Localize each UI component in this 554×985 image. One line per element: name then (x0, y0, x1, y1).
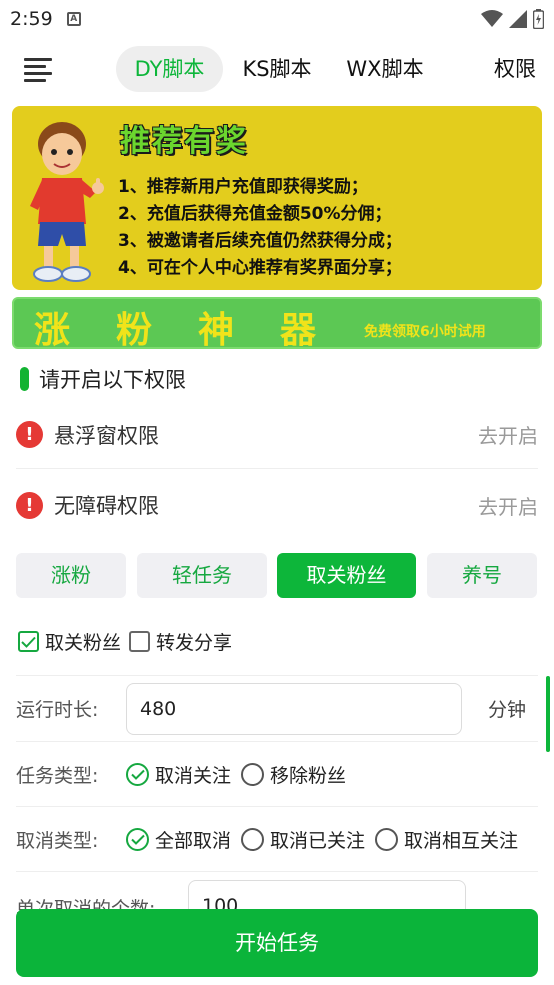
radio-label: 取消已关注 (270, 829, 366, 852)
mode-gain-followers-button[interactable]: 涨粉 (16, 553, 126, 598)
referral-banner[interactable]: 推荐有奖 1、推荐新用户充值即获得奖励； 2、充值后获得充值金额50%分佣； 3… (12, 106, 542, 290)
section-marker (20, 367, 29, 391)
enable-accessibility-link[interactable]: 去开启 (478, 491, 538, 520)
permissions-section-title: 请开启以下权限 (20, 364, 186, 394)
scrollbar[interactable] (546, 676, 550, 752)
enable-overlay-link[interactable]: 去开启 (478, 420, 538, 449)
boy-thumbs-up-illustration (30, 122, 104, 282)
radio-cancel-follow[interactable] (126, 762, 149, 786)
status-icons (481, 9, 544, 29)
radio-remove-fans[interactable] (241, 762, 265, 786)
unfollow-checkbox[interactable] (18, 631, 39, 652)
banner-title: 推荐有奖 (120, 124, 248, 159)
permission-label: 无障碍权限 (54, 494, 159, 518)
radio-label: 取消关注 (155, 764, 232, 787)
checkbox-label: 取关粉丝 (45, 632, 122, 654)
banner-lines: 1、推荐新用户充值即获得奖励； 2、充值后获得充值金额50%分佣； 3、被邀请者… (118, 174, 402, 282)
check-icon (130, 834, 145, 845)
task-checkbox-row: 取关粉丝 转发分享 (18, 628, 240, 655)
permission-row-accessibility[interactable]: ! 无障碍权限 去开启 (16, 471, 538, 539)
tab-wx-script[interactable]: WX脚本 (336, 46, 434, 92)
checkbox-label: 转发分享 (156, 632, 233, 654)
status-bar: 2:59 A (0, 0, 554, 38)
banner-line: 4、可在个人中心推荐有奖界面分享； (118, 258, 402, 278)
duration-unit: 分钟 (487, 699, 526, 721)
permission-row-overlay[interactable]: ! 悬浮窗权限 去开启 (16, 401, 538, 469)
tab-permissions[interactable]: 权限 (484, 46, 546, 92)
banner-line: 1、推荐新用户充值即获得奖励； (118, 177, 368, 197)
radio-cancel-mutual[interactable] (375, 827, 399, 851)
mode-unfollow-button[interactable]: 取关粉丝 (277, 553, 416, 598)
promo-headline: 涨粉神器 (34, 310, 363, 349)
notification-a-icon: A (66, 12, 81, 26)
promo-banner[interactable]: 涨粉神器 免费领取6小时试用 (12, 297, 542, 349)
radio-label: 取消相互关注 (404, 829, 519, 852)
tab-ks-script[interactable]: KS脚本 (232, 46, 322, 92)
task-type-row: 任务类型: 取消关注 移除粉丝 (16, 742, 538, 807)
battery-icon (533, 9, 544, 29)
banner-line: 2、充值后获得充值金额50%分佣； (118, 204, 392, 224)
duration-label: 运行时长: (16, 699, 99, 721)
radio-label: 移除粉丝 (270, 764, 347, 787)
task-type-label: 任务类型: (16, 764, 99, 787)
radio-cancel-followed[interactable] (241, 827, 265, 851)
duration-row: 运行时长: 480 分钟 (16, 675, 538, 742)
start-task-button[interactable]: 开始任务 (16, 909, 538, 977)
mode-nurture-account-button[interactable]: 养号 (427, 553, 537, 598)
tab-dy-script[interactable]: DY脚本 (116, 46, 223, 92)
signal-icon (509, 10, 527, 28)
duration-input[interactable]: 480 (126, 682, 462, 735)
cancel-type-row: 取消类型: 全部取消 取消已关注 取消相互关注 (16, 807, 538, 872)
cancel-type-label: 取消类型: (16, 829, 99, 852)
mode-light-task-button[interactable]: 轻任务 (137, 553, 267, 598)
promo-subtext: 免费领取6小时试用 (364, 324, 486, 340)
radio-cancel-all[interactable] (126, 827, 149, 851)
top-bar: DY脚本 KS脚本 WX脚本 权限 (0, 40, 554, 100)
banner-line: 3、被邀请者后续充值仍然获得分成； (118, 231, 402, 251)
share-checkbox[interactable] (129, 631, 151, 652)
alert-icon: ! (16, 491, 43, 519)
status-time: 2:59 (10, 8, 53, 30)
wifi-icon (481, 10, 503, 27)
radio-label: 全部取消 (155, 829, 232, 852)
alert-icon: ! (16, 421, 43, 448)
permission-label: 悬浮窗权限 (54, 423, 159, 448)
section-title-text: 请开启以下权限 (39, 368, 186, 392)
menu-icon[interactable] (24, 58, 52, 82)
check-icon (130, 769, 145, 780)
check-icon (21, 636, 36, 648)
